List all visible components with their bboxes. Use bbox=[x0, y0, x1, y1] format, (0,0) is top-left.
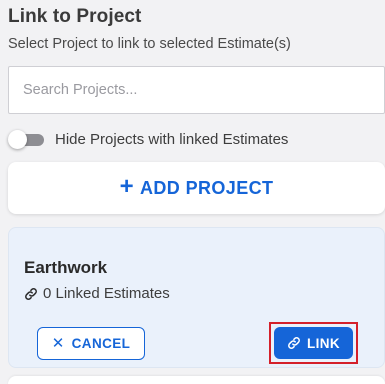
page-title: Link to Project bbox=[8, 6, 142, 27]
linked-estimates-count: 0 Linked Estimates bbox=[24, 285, 170, 302]
linked-estimates-text: 0 Linked Estimates bbox=[43, 285, 170, 302]
toggle-knob bbox=[8, 130, 27, 149]
search-input[interactable] bbox=[8, 66, 385, 114]
hide-linked-toggle-label: Hide Projects with linked Estimates bbox=[55, 130, 289, 148]
hide-linked-toggle[interactable] bbox=[8, 130, 44, 149]
project-card-next[interactable] bbox=[8, 376, 385, 384]
add-project-button[interactable]: + ADD PROJECT bbox=[8, 162, 385, 214]
link-button-highlight: LINK bbox=[269, 322, 358, 364]
link-button[interactable]: LINK bbox=[274, 327, 353, 359]
add-project-label: ADD PROJECT bbox=[140, 177, 274, 198]
cancel-button[interactable]: ✕ CANCEL bbox=[37, 327, 145, 360]
link-to-project-panel: Link to Project Select Project to link t… bbox=[0, 0, 385, 384]
page-subtitle: Select Project to link to selected Estim… bbox=[8, 36, 291, 52]
link-icon bbox=[25, 287, 37, 300]
close-icon: ✕ bbox=[51, 335, 65, 352]
project-name: Earthwork bbox=[24, 258, 108, 277]
cancel-label: CANCEL bbox=[71, 336, 131, 351]
link-label: LINK bbox=[306, 335, 341, 351]
hide-linked-toggle-row: Hide Projects with linked Estimates bbox=[8, 128, 288, 150]
project-card[interactable]: Earthwork 0 Linked Estimates ✕ CANCEL LI… bbox=[8, 227, 385, 368]
plus-icon: + bbox=[119, 173, 134, 200]
link-icon bbox=[287, 337, 300, 349]
